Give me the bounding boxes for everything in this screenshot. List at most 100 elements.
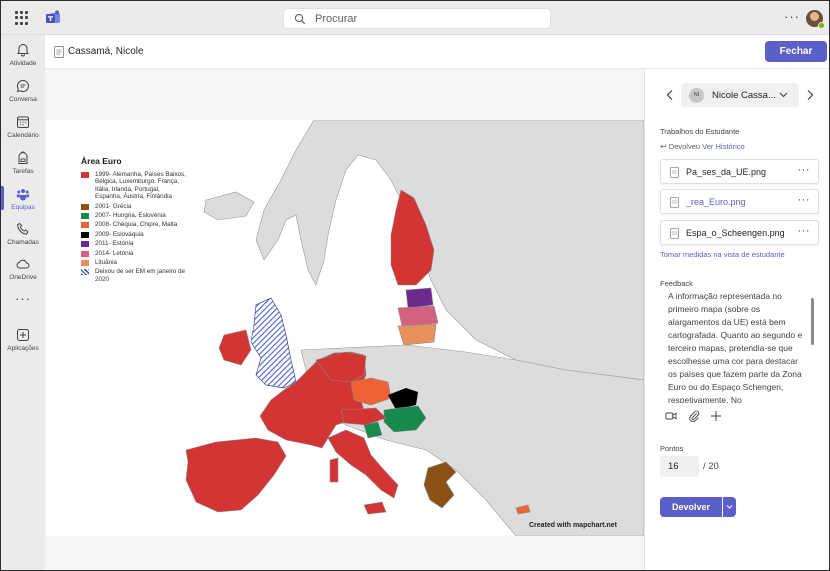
legend-text: 2014- Letónia: [95, 249, 134, 257]
app-launcher-icon[interactable]: [15, 11, 29, 25]
teams-window: Procurar ··· Atividade Conversa Calendár…: [0, 0, 830, 571]
more-options-icon[interactable]: ···: [784, 9, 800, 24]
legend-item: 1999- Alemanha, Países Baixos, Bélgica, …: [81, 171, 186, 201]
points-label: Pontos: [660, 444, 684, 453]
rail-item-atividade[interactable]: Atividade: [1, 38, 45, 72]
grading-header: Cassamá, Nicole Fechar: [45, 35, 829, 69]
backpack-icon: [18, 151, 28, 164]
more-options-icon[interactable]: ···: [798, 194, 811, 206]
legend-item: 2008- Chéquia, Chipre, Malta: [81, 221, 186, 229]
student-work-heading: Trabalhos do Estudante: [660, 127, 740, 136]
rail-label: Calendário: [7, 132, 39, 139]
legend-swatch: [81, 222, 89, 229]
phone-icon: [16, 222, 29, 235]
calendar-icon: [17, 116, 29, 128]
close-button[interactable]: Fechar: [765, 41, 827, 62]
legend-swatch: [81, 203, 89, 210]
rail-label: Atividade: [9, 60, 37, 67]
legend-item: Deixou de ser EM em janeiro de 2020: [81, 268, 186, 283]
more-options-icon[interactable]: ···: [798, 164, 811, 176]
legend-item: 2014- Letónia: [81, 250, 186, 257]
return-arrow-icon: ↩: [660, 142, 667, 151]
more-options-icon[interactable]: ···: [798, 225, 811, 237]
map-legend: Área Euro 1999- Alemanha, Países Baixos,…: [81, 156, 186, 285]
rail-label: Conversa: [9, 96, 37, 103]
more-apps-icon[interactable]: ···: [1, 291, 45, 306]
legend-swatch: [81, 213, 89, 220]
top-bar: Procurar ···: [1, 1, 829, 35]
student-name-title: Cassamá, Nicole: [68, 46, 144, 57]
teams-logo-icon: [46, 10, 60, 23]
rail-item-aplicacoes[interactable]: Aplicações: [1, 323, 45, 357]
legend-text: 2009- Eslováquia: [95, 230, 144, 238]
legend-swatch: [81, 260, 89, 267]
document-icon: [54, 46, 64, 58]
student-avatar: NI: [689, 88, 704, 103]
feedback-label: Feedback: [660, 279, 693, 288]
file-item[interactable]: Pa_ses_da_UE.png ···: [660, 159, 819, 184]
legend-title: Área Euro: [81, 156, 122, 166]
rail-label: OneDrive: [9, 274, 37, 281]
search-bar[interactable]: Procurar: [283, 8, 551, 29]
legend-swatch: [81, 269, 89, 276]
map-credit: Created with mapchart.net: [529, 522, 617, 529]
image-file-icon: [670, 197, 679, 208]
search-icon: [294, 13, 306, 25]
chevron-down-icon: [726, 505, 733, 509]
euro-area-map-image: Área Euro 1999- Alemanha, Países Baixos,…: [46, 120, 644, 536]
submission-preview: Área Euro 1999- Alemanha, Países Baixos,…: [45, 69, 644, 570]
legend-text: 2011- Estónia: [95, 240, 134, 248]
rail-item-onedrive[interactable]: OneDrive: [1, 252, 45, 286]
bell-icon: [17, 43, 29, 57]
student-view-actions-link[interactable]: Tomar medidas na vista de estudante: [660, 250, 785, 259]
image-file-icon: [670, 228, 679, 239]
feedback-text: A informação representada no primeiro ma…: [668, 291, 803, 403]
legend-item: 2007- Hungria, Eslovénia: [81, 212, 186, 220]
view-history-link[interactable]: Ver Histórico: [702, 142, 745, 151]
chevron-right-icon[interactable]: [805, 89, 815, 101]
rail-label: Aplicações: [7, 345, 39, 352]
rail-label: Tarefas: [12, 168, 34, 175]
cloud-icon: [16, 259, 30, 269]
legend-text: 2008- Chéquia, Chipre, Malta: [95, 221, 178, 229]
legend-item: 2009- Eslováquia: [81, 231, 186, 238]
app-rail: Atividade Conversa Calendário Tarefas Eq…: [1, 35, 45, 570]
return-options-button[interactable]: [723, 497, 736, 517]
points-max: / 20: [703, 461, 719, 472]
feedback-scrollbar[interactable]: [811, 298, 814, 345]
rail-item-chamadas[interactable]: Chamadas: [1, 217, 45, 251]
file-name: Espa_o_Scheengen.png: [686, 228, 785, 238]
legend-swatch: [81, 241, 89, 248]
chevron-left-icon[interactable]: [665, 89, 675, 101]
apps-icon: [17, 329, 29, 341]
returned-status: ↩ Devolveu Ver Histórico: [660, 142, 745, 151]
legend-text: 2001- Grécia: [95, 202, 132, 210]
file-item[interactable]: Espa_o_Scheengen.png ···: [660, 220, 819, 245]
legend-text: Deixou de ser EM em janeiro de 2020: [95, 268, 185, 283]
rail-label: Equipas: [11, 204, 35, 211]
legend-item: 2011- Estónia: [81, 240, 186, 248]
legend-text: 1999- Alemanha, Países Baixos, Bélgica, …: [95, 171, 187, 201]
grading-panel: NI Nicole Cassa... Trabalhos do Estudant…: [644, 69, 829, 570]
search-placeholder: Procurar: [315, 13, 358, 25]
rail-item-tarefas[interactable]: Tarefas: [1, 146, 45, 180]
attach-icon[interactable]: [688, 410, 700, 422]
file-item[interactable]: _rea_Euro.png ···: [660, 189, 819, 214]
rail-item-calendario[interactable]: Calendário: [1, 110, 45, 144]
return-button[interactable]: Devolver: [660, 497, 722, 517]
points-input[interactable]: 16: [660, 456, 699, 477]
legend-swatch: [81, 172, 89, 178]
legend-text: Lituânia: [95, 259, 118, 267]
presence-available-icon: [818, 22, 825, 29]
legend-text: 2007- Hungria, Eslovénia: [95, 212, 166, 220]
rail-item-conversa[interactable]: Conversa: [1, 74, 45, 108]
student-selector[interactable]: NI Nicole Cassa...: [681, 83, 799, 107]
rail-item-equipas[interactable]: Equipas: [1, 182, 45, 216]
legend-swatch: [81, 250, 89, 257]
add-icon[interactable]: [710, 410, 722, 422]
legend-item: 2001- Grécia: [81, 203, 186, 210]
video-icon[interactable]: [665, 410, 677, 422]
student-selector-name: Nicole Cassa...: [712, 90, 776, 101]
feedback-textarea[interactable]: A informação representada no primeiro ma…: [660, 290, 819, 403]
returned-label: Devolveu: [668, 142, 701, 151]
